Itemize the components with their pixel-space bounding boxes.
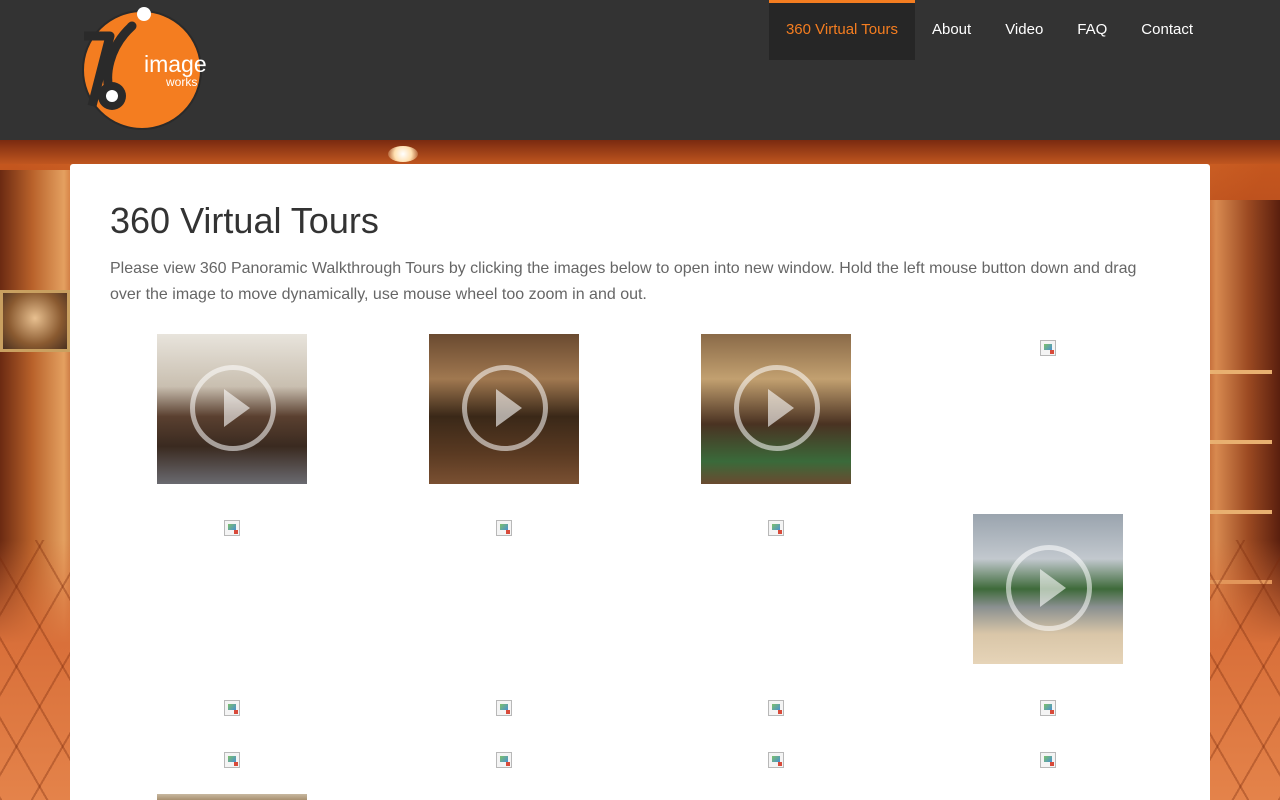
page-title: 360 Virtual Tours	[110, 200, 379, 241]
nav-item-video[interactable]: Video	[988, 0, 1060, 60]
main-nav: 360 Virtual Tours About Video FAQ Contac…	[768, 0, 1210, 60]
play-circle-icon	[734, 365, 820, 451]
broken-image-icon[interactable]	[496, 752, 512, 768]
broken-image-icon[interactable]	[496, 700, 512, 716]
site-header: image works 360 Virtual Tours About Vide…	[0, 0, 1280, 140]
broken-image-icon[interactable]	[1040, 752, 1056, 768]
play-circle-icon	[1006, 545, 1092, 631]
tour-thumbnail-lounge[interactable]	[429, 334, 579, 484]
play-circle-icon	[190, 365, 276, 451]
logo-icon: image works	[82, 7, 207, 130]
intro-text: Please view 360 Panoramic Walkthrough To…	[110, 260, 1137, 303]
logo-subword: works	[165, 75, 197, 89]
broken-image-icon[interactable]	[1040, 700, 1056, 716]
broken-image-icon[interactable]	[496, 520, 512, 536]
broken-image-icon[interactable]	[1040, 340, 1056, 356]
nav-item-360-virtual-tours[interactable]: 360 Virtual Tours	[768, 0, 915, 60]
broken-image-icon[interactable]	[224, 520, 240, 536]
play-circle-icon	[462, 365, 548, 451]
broken-image-icon[interactable]	[768, 752, 784, 768]
broken-image-icon[interactable]	[768, 700, 784, 716]
tour-thumbnail-beach[interactable]	[973, 514, 1123, 664]
logo-word: image	[144, 51, 207, 77]
nav-item-about[interactable]: About	[915, 0, 988, 60]
tour-thumbnail-yoga-room[interactable]	[701, 334, 851, 484]
broken-image-icon[interactable]	[768, 520, 784, 536]
site-logo[interactable]: image works	[70, 6, 220, 136]
tour-thumbnail-restaurant[interactable]	[157, 334, 307, 484]
tour-thumbnail-partial[interactable]	[157, 794, 307, 800]
ceiling-light	[388, 146, 418, 162]
wall-painting	[0, 290, 70, 352]
broken-image-icon[interactable]	[224, 752, 240, 768]
nav-item-contact[interactable]: Contact	[1124, 0, 1210, 60]
broken-image-icon[interactable]	[224, 700, 240, 716]
nav-item-faq[interactable]: FAQ	[1060, 0, 1124, 60]
content-panel: 360 Virtual Tours Please view 360 Panora…	[70, 164, 1210, 800]
